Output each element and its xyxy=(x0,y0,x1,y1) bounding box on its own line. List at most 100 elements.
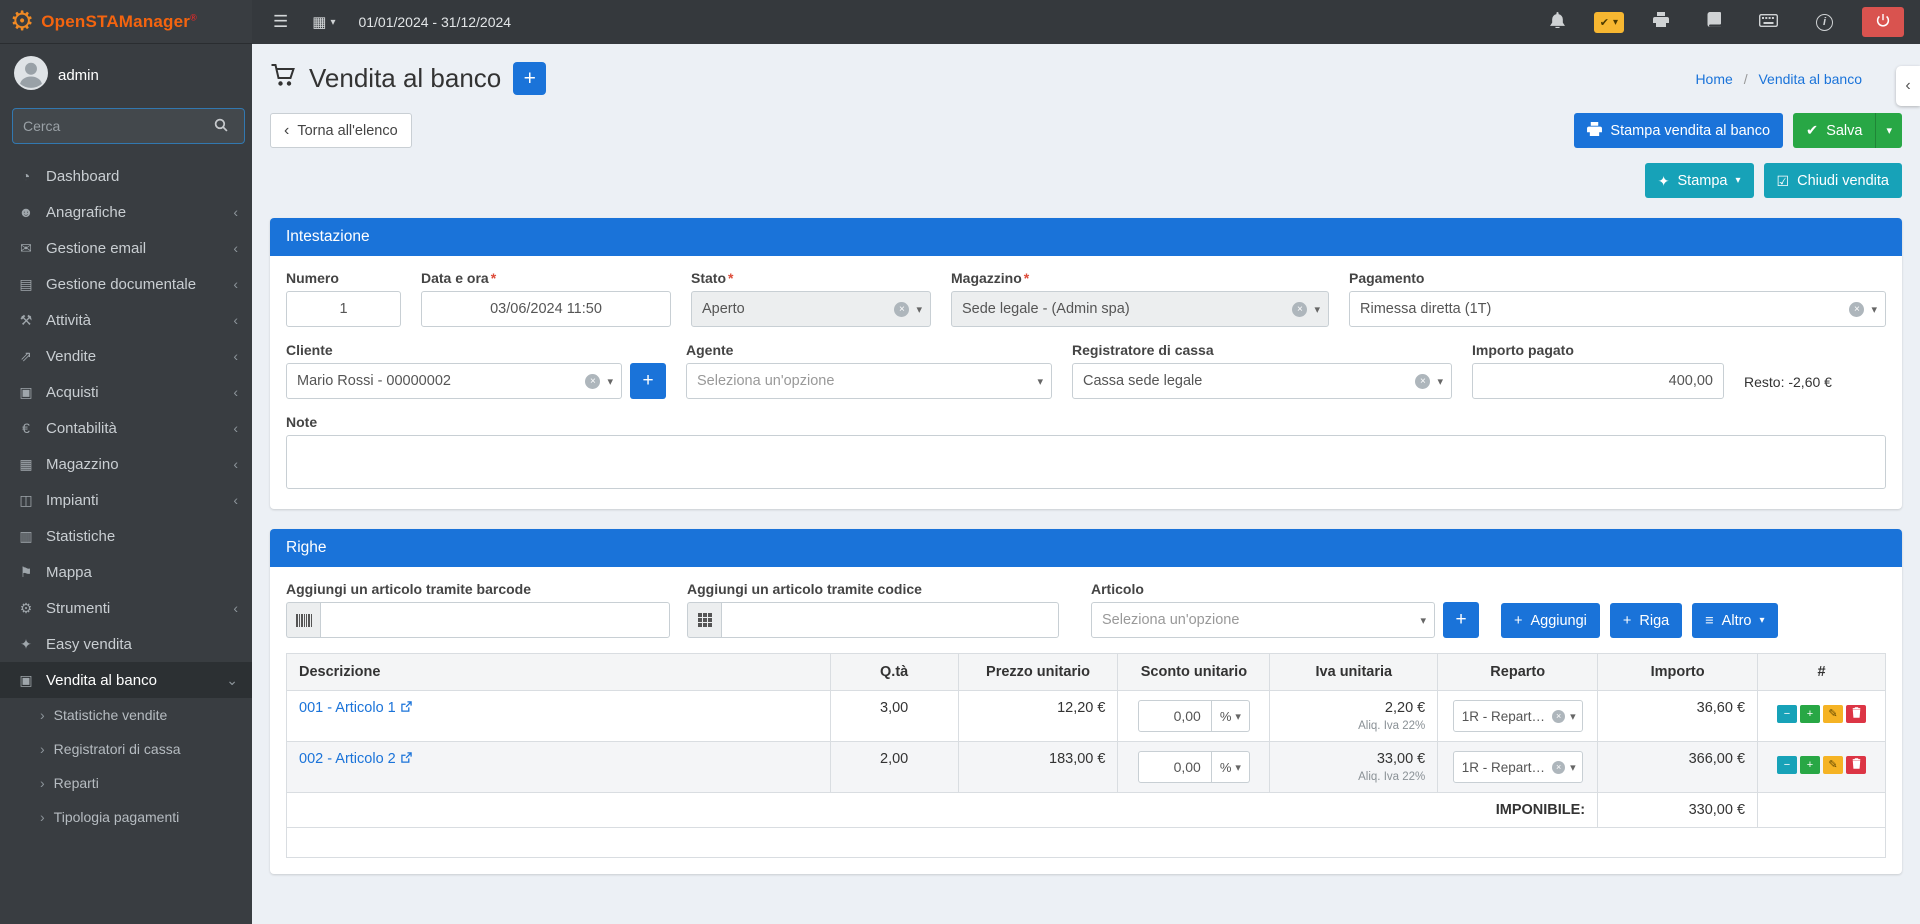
sidebar-item-vendita-al-banco[interactable]: ▣ Vendita al banco ⌄ xyxy=(0,662,252,698)
importo-pagato-input[interactable] xyxy=(1472,363,1724,399)
cliente-label: Cliente xyxy=(286,342,666,358)
breadcrumb-home-link[interactable]: Home xyxy=(1695,71,1732,87)
add-client-button[interactable]: + xyxy=(630,363,666,399)
riga-button[interactable]: +Riga xyxy=(1610,603,1682,638)
chevron-down-icon: ▾ xyxy=(1570,761,1576,774)
plus-icon: + xyxy=(1623,613,1631,629)
collapse-panel-tab[interactable]: ‹ xyxy=(1896,66,1920,106)
pagamento-select[interactable]: Rimessa diretta (1T) × ▾ xyxy=(1349,291,1886,327)
breadcrumb-current-link[interactable]: Vendita al banco xyxy=(1758,71,1862,87)
discount-input[interactable] xyxy=(1138,751,1212,783)
logout-button[interactable] xyxy=(1862,7,1904,37)
delete-row-button[interactable] xyxy=(1846,756,1866,774)
clear-icon[interactable]: × xyxy=(894,302,909,317)
sidebar-subitem-reparti[interactable]: › Reparti xyxy=(0,766,252,800)
checklist-dropdown-button[interactable]: ✔▾ xyxy=(1594,12,1624,33)
sidebar-subitem-registratori-di-cassa[interactable]: › Registratori di cassa xyxy=(0,732,252,766)
sidebar-item-easy-vendita[interactable]: ✦ Easy vendita xyxy=(0,626,252,662)
sidebar-toggle-button[interactable]: ☰ xyxy=(264,6,297,38)
back-to-list-button[interactable]: ‹ Torna all'elenco xyxy=(270,113,412,148)
clear-icon[interactable]: × xyxy=(1552,710,1565,723)
topbar: ☰ ▦▾ 01/01/2024 - 31/12/2024 ✔▾ i xyxy=(252,0,1920,44)
stampa-dropdown-button[interactable]: ✦ Stampa ▾ xyxy=(1645,163,1754,198)
new-sale-button[interactable]: + xyxy=(513,62,546,95)
magazzino-select[interactable]: Sede legale - (Admin spa) × ▾ xyxy=(951,291,1329,327)
registratore-select[interactable]: Cassa sede legale × ▾ xyxy=(1072,363,1452,399)
amount-cell: 366,00 € xyxy=(1598,742,1758,793)
aggiungi-button[interactable]: +Aggiungi xyxy=(1501,603,1600,638)
altro-dropdown-button[interactable]: ≡Altro▾ xyxy=(1692,603,1777,638)
shortcuts-button[interactable] xyxy=(1750,6,1787,38)
user-panel[interactable]: admin xyxy=(0,44,252,102)
increase-qty-button[interactable]: + xyxy=(1800,705,1820,723)
clear-icon[interactable]: × xyxy=(1552,761,1565,774)
sidebar-item-vendite[interactable]: ⇗ Vendite ‹ xyxy=(0,338,252,374)
increase-qty-button[interactable]: + xyxy=(1800,756,1820,774)
sidebar-item-attivit[interactable]: ⚒ Attività ‹ xyxy=(0,302,252,338)
numero-input[interactable] xyxy=(286,291,401,327)
sidebar-item-mappa[interactable]: ⚑ Mappa xyxy=(0,554,252,590)
sidebar-item-contabilit[interactable]: € Contabilità ‹ xyxy=(0,410,252,446)
article-link[interactable]: 001 - Articolo 1 xyxy=(299,700,412,716)
close-sale-button[interactable]: ☑ Chiudi vendita xyxy=(1764,163,1902,198)
clear-icon[interactable]: × xyxy=(1849,302,1864,317)
calendar-button[interactable]: ▦▾ xyxy=(303,7,344,37)
clear-icon[interactable]: × xyxy=(1415,374,1430,389)
sidebar-item-strumenti[interactable]: ⚙ Strumenti ‹ xyxy=(0,590,252,626)
article-link[interactable]: 002 - Articolo 2 xyxy=(299,751,412,767)
sidebar-item-magazzino[interactable]: ▦ Magazzino ‹ xyxy=(0,446,252,482)
righe-panel-heading: Righe xyxy=(270,529,1902,567)
avatar xyxy=(14,56,48,94)
sidebar-item-gestione-documentale[interactable]: ▤ Gestione documentale ‹ xyxy=(0,266,252,302)
minus-icon: − xyxy=(1784,760,1790,771)
sidebar-subitem-statistiche-vendite[interactable]: › Statistiche vendite xyxy=(0,698,252,732)
delete-row-button[interactable] xyxy=(1846,705,1866,723)
vat-value: 33,00 € xyxy=(1282,751,1425,767)
date-range-button[interactable]: 01/01/2024 - 31/12/2024 xyxy=(350,8,519,36)
wrench-icon: ⚒ xyxy=(16,312,36,329)
decrease-qty-button[interactable]: − xyxy=(1777,705,1797,723)
chevron-icon: ‹ xyxy=(233,240,238,256)
data-ora-input[interactable] xyxy=(421,291,671,327)
docs-button[interactable] xyxy=(1698,6,1730,38)
save-dropdown-button[interactable]: ▾ xyxy=(1875,113,1902,148)
barcode-input[interactable] xyxy=(320,602,670,638)
decrease-qty-button[interactable]: − xyxy=(1777,756,1797,774)
discount-input[interactable] xyxy=(1138,700,1212,732)
sidebar-subitem-tipologia-pagamenti[interactable]: › Tipologia pagamenti xyxy=(0,800,252,834)
search-button[interactable] xyxy=(202,108,240,144)
save-button[interactable]: ✔ Salva xyxy=(1793,113,1875,148)
articolo-select[interactable]: Seleziona un'opzione ▾ xyxy=(1091,602,1435,638)
discount-unit-button[interactable]: % ▾ xyxy=(1212,751,1250,783)
stato-select[interactable]: Aperto × ▾ xyxy=(691,291,931,327)
sidebar-item-dashboard[interactable]: ◔ Dashboard xyxy=(0,158,252,194)
col-prezzo: Prezzo unitario xyxy=(958,654,1118,691)
agente-select[interactable]: Seleziona un'opzione ▾ xyxy=(686,363,1052,399)
numero-label: Numero xyxy=(286,270,401,286)
cliente-select[interactable]: Mario Rossi - 00000002 × ▾ xyxy=(286,363,622,399)
print-sale-button[interactable]: Stampa vendita al banco xyxy=(1574,113,1783,148)
clear-icon[interactable]: × xyxy=(1292,302,1307,317)
sidebar-item-acquisti[interactable]: ▣ Acquisti ‹ xyxy=(0,374,252,410)
sidebar-item-gestione-email[interactable]: ✉ Gestione email ‹ xyxy=(0,230,252,266)
printer-icon xyxy=(1653,12,1669,32)
print-button[interactable] xyxy=(1644,6,1678,38)
edit-row-button[interactable]: ✎ xyxy=(1823,705,1843,723)
sidebar-item-impianti[interactable]: ◫ Impianti ‹ xyxy=(0,482,252,518)
add-article-button[interactable]: + xyxy=(1443,602,1479,638)
notifications-button[interactable] xyxy=(1541,6,1574,39)
clear-icon[interactable]: × xyxy=(585,374,600,389)
codice-input[interactable] xyxy=(721,602,1059,638)
reparto-select[interactable]: 1R - Reparto 1... × ▾ xyxy=(1453,751,1583,783)
sidebar-item-anagrafiche[interactable]: ☻ Anagrafiche ‹ xyxy=(0,194,252,230)
edit-row-button[interactable]: ✎ xyxy=(1823,756,1843,774)
note-input[interactable] xyxy=(286,435,1886,489)
sidebar-item-statistiche[interactable]: ▥ Statistiche xyxy=(0,518,252,554)
discount-unit-label: % xyxy=(1220,709,1232,724)
chevron-icon: ‹ xyxy=(233,384,238,400)
discount-unit-button[interactable]: % ▾ xyxy=(1212,700,1250,732)
reparto-select[interactable]: 1R - Reparto 1... × ▾ xyxy=(1453,700,1583,732)
info-button[interactable]: i xyxy=(1807,8,1842,37)
logo[interactable]: ⚙ OpenSTAManager® xyxy=(0,0,252,44)
magazzino-label: Magazzino* xyxy=(951,270,1329,286)
